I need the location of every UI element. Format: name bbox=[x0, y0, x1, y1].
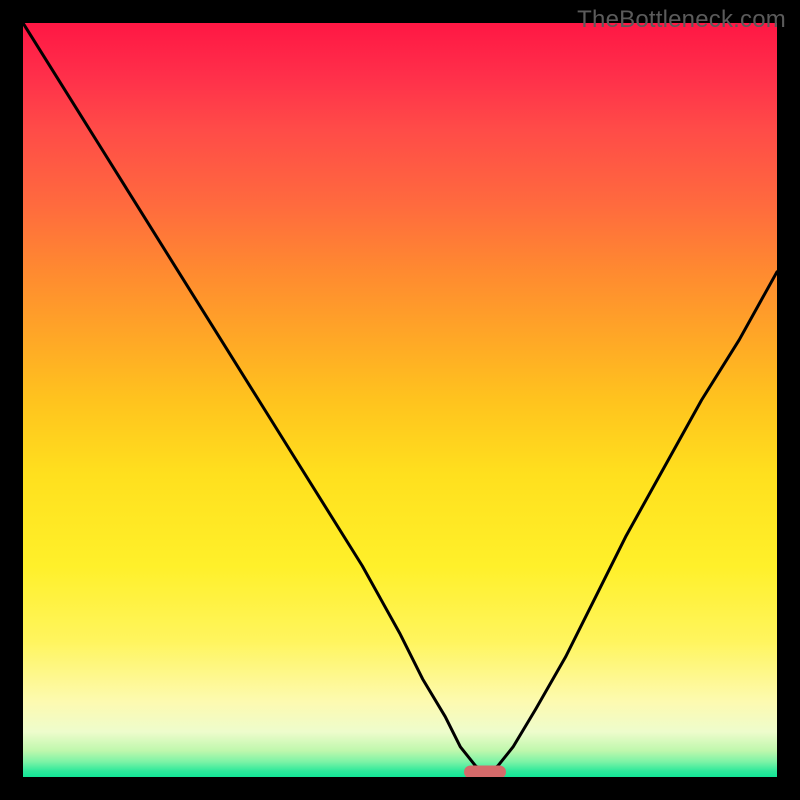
watermark-text: TheBottleneck.com bbox=[577, 6, 786, 34]
optimal-marker bbox=[464, 766, 506, 777]
plot-area bbox=[23, 23, 777, 777]
bottleneck-curve bbox=[23, 23, 777, 773]
chart-frame: TheBottleneck.com bbox=[0, 0, 800, 800]
curve-svg bbox=[23, 23, 777, 777]
